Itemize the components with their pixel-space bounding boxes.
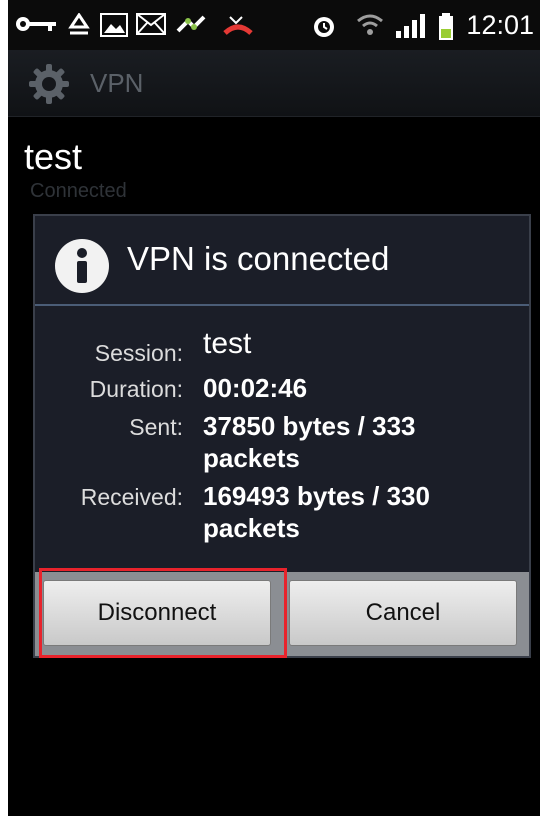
alarm-icon [314,17,334,37]
disconnect-button[interactable]: Disconnect [43,580,271,646]
dialog-title: VPN is connected [127,240,390,277]
cancel-button[interactable]: Cancel [289,580,517,646]
signal-icon [396,14,425,38]
wifi-icon [357,14,383,35]
session-label: Session: [94,340,183,366]
dialog-header: VPN is connected [35,216,529,306]
recycle-icon [68,13,90,35]
gallery-icon [100,13,128,37]
vpn-profile-status: Connected [30,180,127,202]
status-time: 12:01 [466,10,534,40]
duration-label: Duration: [89,376,183,402]
duration-value: 00:02:46 [203,373,308,403]
dialog-button-bar: Disconnect Cancel [35,572,529,656]
received-value: 169493 bytes / 330 packets [203,481,430,543]
info-icon [55,239,109,293]
session-value: test [203,327,252,360]
email-icon [136,13,166,35]
key-icon [16,17,56,31]
action-bar: VPN [8,50,540,117]
sent-label: Sent: [129,414,183,440]
status-bar: 12:01 [8,0,540,50]
phone-screen: 12:01 VPN test Connected VPN is connecte [8,0,540,816]
vpn-profile-name[interactable]: test [24,136,82,178]
missed-call-icon [223,16,253,35]
actionbar-title: VPN [90,68,144,98]
vpn-status-dialog: VPN is connected Session: test Duration:… [33,214,531,658]
gear-icon[interactable] [26,62,72,106]
usb-debug-icon [176,15,206,33]
sent-value: 37850 bytes / 333 packets [203,411,416,473]
battery-icon [439,13,453,40]
received-label: Received: [80,484,183,510]
